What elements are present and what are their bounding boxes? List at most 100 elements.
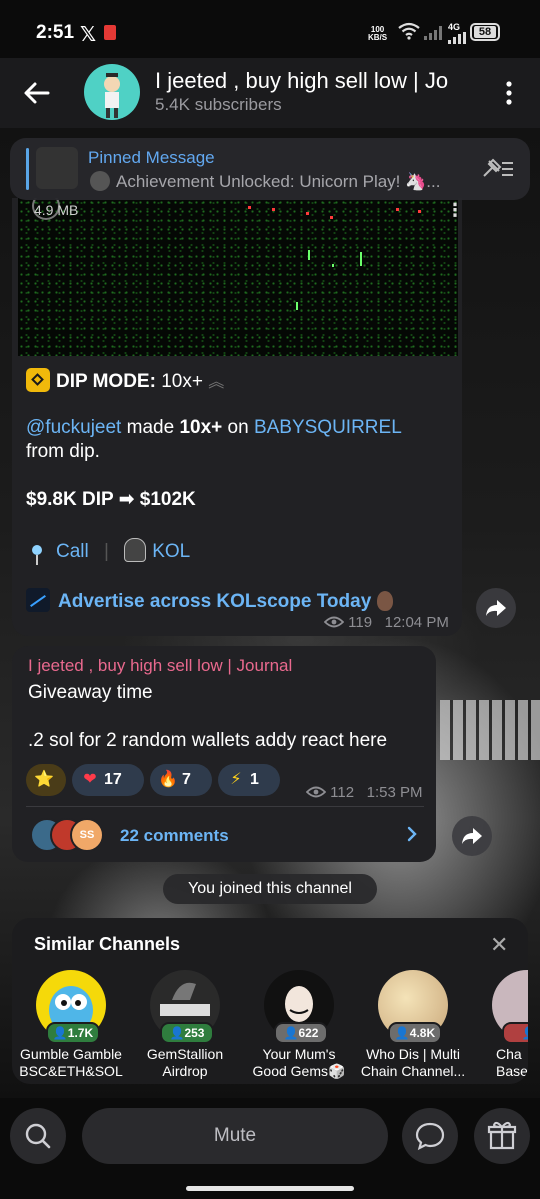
- pinned-text: Achievement Unlocked: Unicorn Play! 🦄...: [90, 171, 470, 192]
- video-preview[interactable]: 4.9 MB ⋮: [18, 198, 458, 356]
- video-glyph: [248, 206, 251, 209]
- battery-level: 58: [474, 26, 496, 38]
- views-eye-icon: [305, 786, 327, 798]
- similar-channel-item[interactable]: 👤4.8K Who Dis | Multi Chain Channel...: [358, 970, 468, 1080]
- message-bubble-giveaway: I jeeted , buy high sell low | Journal G…: [12, 646, 436, 862]
- subscriber-badge: 👤1.7K: [46, 1022, 100, 1044]
- net-speed-unit: KB/S: [368, 33, 388, 42]
- search-button[interactable]: [10, 1108, 66, 1164]
- similar-channel-item[interactable]: 👤622 Your Mum's Good Gems🎲: [244, 970, 354, 1080]
- user-mention-link[interactable]: @fuckujeet: [26, 417, 121, 438]
- fire-icon: 🔥: [158, 771, 178, 788]
- message-time: 12:04 PM: [384, 614, 449, 631]
- close-icon[interactable]: ✕: [490, 932, 508, 958]
- discuss-button[interactable]: [402, 1108, 458, 1164]
- network-speed: 100 KB/S: [368, 26, 387, 42]
- back-arrow-icon[interactable]: [20, 76, 54, 110]
- channel-name: GemStallion Airdrop: [146, 1046, 224, 1079]
- chat-bubble-icon: [415, 1122, 445, 1151]
- signal-icon-1: [424, 26, 442, 40]
- on-text: on: [222, 417, 254, 438]
- pinned-label: Pinned Message: [88, 148, 215, 167]
- share-arrow-icon: [462, 828, 482, 844]
- video-menu-icon[interactable]: ⋮: [446, 200, 458, 221]
- channel-avatar[interactable]: [84, 64, 140, 120]
- pinned-preview: Achievement Unlocked: Unicorn Play! 🦄...: [116, 172, 441, 191]
- similar-channel-item[interactable]: 👤 Cha Base: [472, 970, 528, 1080]
- pinned-text-icon: [90, 171, 110, 191]
- channel-title[interactable]: I jeeted , buy high sell low | Jo: [155, 68, 485, 94]
- mute-button[interactable]: Mute: [82, 1108, 388, 1164]
- fire-icon: [377, 591, 394, 611]
- multiplier-text: 10x+: [179, 417, 223, 438]
- share-arrow-icon: [486, 600, 506, 616]
- reaction-count: 17: [104, 771, 122, 788]
- kol-link[interactable]: KOL: [152, 541, 190, 562]
- pinned-message-bar[interactable]: Pinned Message Achievement Unlocked: Uni…: [10, 138, 530, 200]
- similar-channel-item[interactable]: 👤1.7K Gumble Gamble BSC&ETH&SOL: [16, 970, 126, 1080]
- reaction-lightning[interactable]: ⚡ 1: [218, 764, 280, 796]
- chevron-right-icon[interactable]: [402, 824, 422, 844]
- more-options-icon[interactable]: [500, 78, 518, 108]
- subscriber-badge: 👤4.8K: [388, 1022, 442, 1044]
- bottom-bar: Mute: [0, 1098, 540, 1199]
- pinned-list-icon[interactable]: [480, 156, 516, 182]
- cartoon-avatar-icon: [104, 73, 120, 118]
- subscriber-count: 5.4K subscribers: [155, 95, 282, 114]
- video-glyph: [308, 250, 310, 260]
- video-frame: [18, 198, 458, 356]
- from-dip-line: from dip.: [26, 441, 100, 462]
- signal-icon-2: 4G: [448, 22, 466, 46]
- video-glyph: [272, 208, 275, 211]
- comments-link[interactable]: 22 comments: [120, 826, 229, 846]
- subscriber-badge: 👤622: [274, 1022, 328, 1044]
- chart-icon: [26, 588, 50, 612]
- video-glyph: [332, 264, 334, 267]
- signal-bars-icon: [448, 32, 466, 44]
- call-link[interactable]: Call: [56, 541, 89, 562]
- similar-channels-title: Similar Channels: [34, 934, 181, 954]
- advertise-link[interactable]: Advertise across KOLscope Today: [58, 591, 371, 612]
- similar-channel-item[interactable]: 👤253 GemStallion Airdrop: [130, 970, 240, 1080]
- home-indicator[interactable]: [186, 1186, 354, 1191]
- share-button[interactable]: [476, 588, 516, 628]
- heart-icon: ❤: [83, 771, 97, 788]
- similar-channels-panel: Similar Channels ✕ 👤1.7K Gumble Gamble B…: [12, 918, 528, 1084]
- lightning-icon: ⚡: [230, 771, 242, 788]
- message-meta: 119 12:04 PM: [323, 614, 449, 631]
- joined-notice: You joined this channel: [163, 874, 377, 904]
- message-author[interactable]: I jeeted , buy high sell low | Journal: [28, 656, 292, 676]
- reaction-heart[interactable]: ❤ 17: [72, 764, 144, 796]
- status-time: 2:51: [36, 22, 75, 43]
- star-icon: ⭐: [34, 771, 54, 788]
- channel-header: I jeeted , buy high sell low | Jo 5.4K s…: [0, 58, 540, 128]
- message-bubble-dip-mode: 4.9 MB ⋮ DIP MODE: 10x+ ︽ @fuckujeet mad…: [12, 198, 462, 636]
- subscriber-badge: 👤253: [160, 1022, 214, 1044]
- chat-background-detail: [440, 700, 540, 760]
- advertise-line: Advertise across KOLscope Today: [26, 588, 394, 614]
- gift-button[interactable]: [474, 1108, 530, 1164]
- views-eye-icon: [323, 616, 345, 628]
- reaction-star[interactable]: ⭐: [26, 764, 66, 796]
- dip-mode-label: DIP MODE:: [56, 371, 156, 392]
- double-chevron-up-icon: ︽: [208, 374, 225, 391]
- video-glyph: [396, 208, 399, 211]
- reaction-fire[interactable]: 🔥 7: [150, 764, 212, 796]
- battery-icon: 58: [470, 23, 500, 41]
- pinned-thumbnail: [36, 147, 78, 189]
- video-size: 4.9 MB: [34, 202, 79, 218]
- share-button[interactable]: [452, 816, 492, 856]
- message-meta: 112 1:53 PM: [305, 784, 422, 801]
- wifi-icon: [398, 22, 420, 40]
- token-link[interactable]: BABYSQUIRREL: [254, 417, 402, 438]
- reaction-count: 1: [250, 771, 259, 788]
- pushpin-icon: [32, 545, 42, 565]
- commenter-avatars[interactable]: SS: [30, 818, 120, 852]
- separator: |: [104, 541, 109, 562]
- reaction-count: 7: [182, 771, 191, 788]
- network-type: 4G: [448, 22, 461, 32]
- view-count: 119: [348, 614, 373, 631]
- gift-icon: [487, 1121, 517, 1150]
- dip-mode-line: DIP MODE: 10x+ ︽: [26, 368, 224, 395]
- channel-name: Gumble Gamble BSC&ETH&SOL: [19, 1046, 123, 1079]
